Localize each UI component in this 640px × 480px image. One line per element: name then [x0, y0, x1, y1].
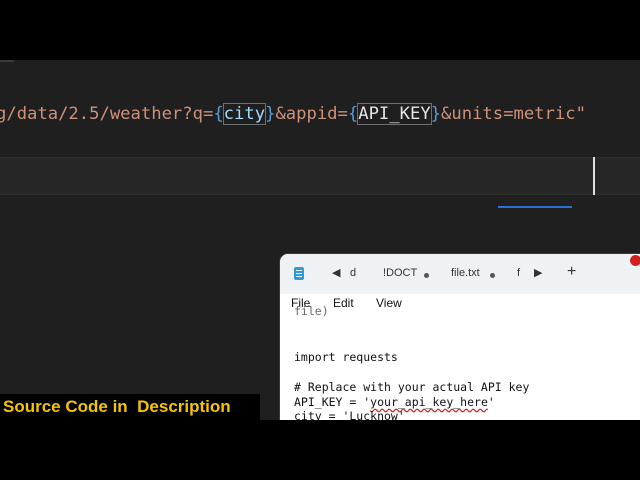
- tab-partial-left[interactable]: d: [350, 267, 356, 279]
- code-quote: ": [575, 104, 586, 124]
- spellcheck-word: your_api_key_here: [370, 395, 488, 409]
- code-url-part: g/data/2.5/weather?q=: [0, 104, 214, 124]
- text-fragment: ': [487, 395, 495, 409]
- text-line: # Replace with your actual API key: [294, 380, 530, 394]
- code-brace: {: [213, 104, 224, 124]
- notepad-text-area[interactable]: file) import requests # Replace with you…: [280, 304, 640, 420]
- notepad-tab-bar: ◀ d !DOCT file.txt f ▶ +: [280, 254, 640, 294]
- code-brace: {: [347, 104, 359, 124]
- unsaved-dot-icon: [424, 273, 429, 278]
- text-line: file): [294, 304, 329, 318]
- letterbox-bottom: [0, 420, 640, 480]
- notepad-app-icon: [294, 267, 304, 280]
- notification-badge-icon: [629, 254, 640, 267]
- current-line-highlight: [0, 157, 640, 195]
- text-line: city = 'Lucknow': [294, 409, 405, 420]
- left-arrow-icon[interactable]: ◀: [332, 266, 340, 279]
- right-arrow-icon[interactable]: ▶: [534, 266, 542, 279]
- tab-partial-right[interactable]: f: [517, 267, 520, 279]
- text-line: import requests: [294, 350, 398, 364]
- code-var-api-key: API_KEY: [357, 103, 432, 125]
- link-underline[interactable]: [498, 206, 572, 208]
- text-cursor: [593, 157, 595, 195]
- letterbox-top: [0, 0, 640, 60]
- notepad-window[interactable]: ◀ d !DOCT file.txt f ▶ + File Edit View …: [280, 254, 640, 420]
- code-var-city: city: [222, 103, 267, 125]
- caption-text: Source Code in Description: [3, 397, 231, 416]
- code-brace: }: [430, 104, 442, 124]
- text-fragment: API_KEY = ': [294, 395, 371, 409]
- new-tab-button[interactable]: +: [567, 263, 576, 281]
- code-url-part: &units=metric: [441, 104, 576, 124]
- code-brace: }: [265, 104, 276, 124]
- menu-view[interactable]: View: [376, 296, 402, 310]
- menu-edit[interactable]: Edit: [333, 296, 354, 310]
- code-line-url[interactable]: g/data/2.5/weather?q={city}&appid={API_K…: [0, 102, 586, 126]
- tab-doctype[interactable]: !DOCT: [383, 267, 417, 279]
- code-url-part: &appid=: [275, 104, 348, 124]
- tab-file-txt[interactable]: file.txt: [451, 267, 480, 279]
- text-line: API_KEY = 'your_api_key_here': [294, 395, 495, 409]
- unsaved-dot-icon: [490, 273, 495, 278]
- editor-scroll-marker: [0, 60, 14, 62]
